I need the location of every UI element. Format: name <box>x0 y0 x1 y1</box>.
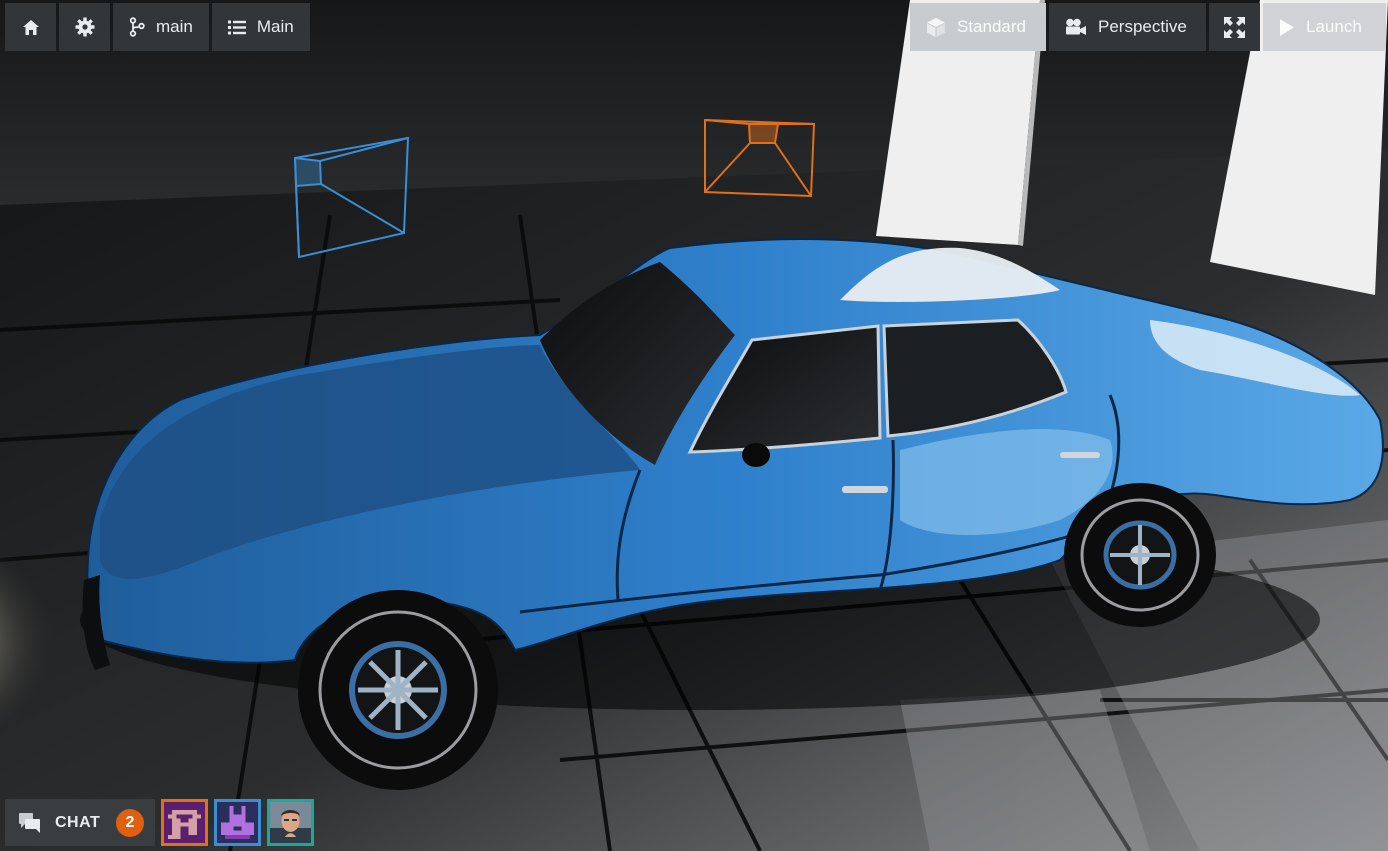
side-mirror <box>742 443 770 467</box>
scene-list-button[interactable]: Main <box>211 3 310 51</box>
render-mode-button[interactable]: Standard <box>910 3 1046 51</box>
expand-icon <box>1224 16 1245 38</box>
camera-mode-label: Perspective <box>1098 17 1187 36</box>
chat-bubbles-icon <box>19 812 41 833</box>
avatar-violet-pixel[interactable] <box>214 799 261 846</box>
toolbar-right: Standard Perspective Launch <box>910 3 1386 51</box>
home-button[interactable] <box>5 3 56 51</box>
home-icon <box>22 19 40 36</box>
avatar-photo[interactable] <box>267 799 314 846</box>
chat-label: CHAT <box>55 813 101 831</box>
play-icon <box>1279 18 1295 37</box>
chat-button[interactable]: CHAT 2 <box>5 799 155 846</box>
render-mode-label: Standard <box>957 17 1026 36</box>
settings-button[interactable] <box>59 3 110 51</box>
rear-wheel <box>1064 483 1216 627</box>
camera-mode-button[interactable]: Perspective <box>1049 3 1206 51</box>
video-camera-icon <box>1065 18 1087 36</box>
list-icon <box>227 20 246 35</box>
front-wheel <box>298 590 498 790</box>
cube-icon <box>926 17 946 38</box>
launch-label: Launch <box>1306 17 1362 36</box>
toolbar-left: main Main <box>5 3 310 51</box>
door-handle-rear <box>1060 452 1100 458</box>
chat-unread-badge: 2 <box>116 808 145 837</box>
scene-viewport[interactable] <box>0 0 1388 851</box>
branch-icon <box>129 17 145 37</box>
branch-label: main <box>156 17 193 36</box>
launch-button[interactable]: Launch <box>1263 3 1386 51</box>
fullscreen-button[interactable] <box>1209 3 1260 51</box>
chat-bar: CHAT 2 <box>5 799 314 846</box>
gear-icon <box>75 17 95 37</box>
scene-label: Main <box>256 17 294 36</box>
branch-button[interactable]: main <box>113 3 209 51</box>
avatar-purple-pixel[interactable] <box>161 799 208 846</box>
door-handle-front <box>842 486 888 493</box>
